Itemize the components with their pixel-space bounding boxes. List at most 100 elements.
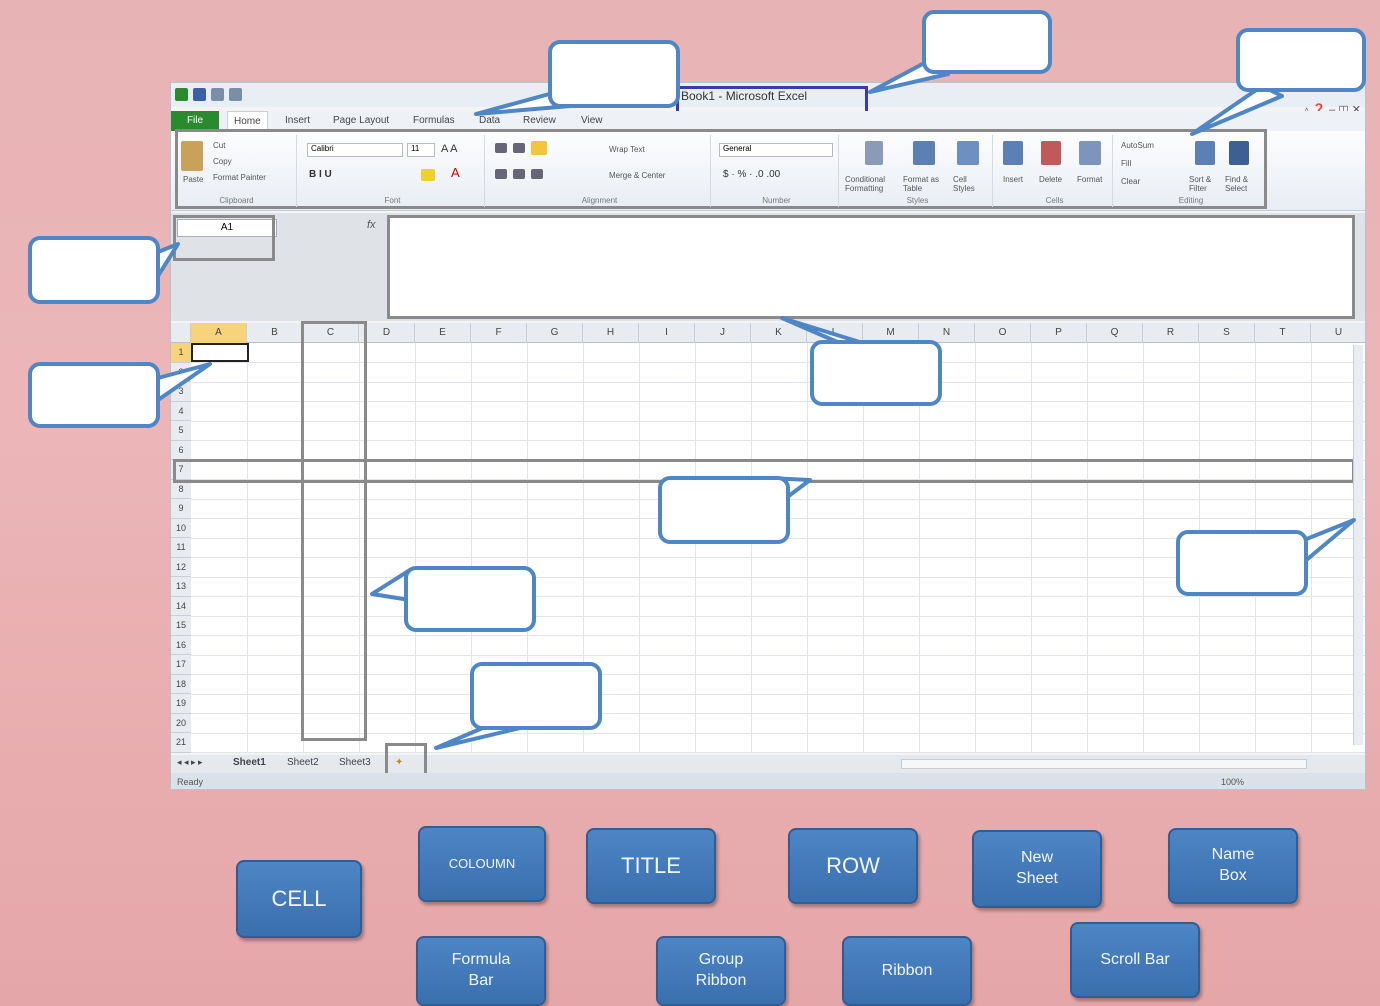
callout-blank[interactable] [658,476,790,544]
align-middle-icon[interactable] [513,143,525,153]
cell-styles-icon[interactable] [957,141,979,165]
column-header[interactable]: J [695,323,751,343]
fill-button[interactable]: Fill [1121,159,1131,168]
column-header[interactable]: H [583,323,639,343]
horizontal-scrollbar[interactable] [901,759,1307,769]
row-header[interactable]: 15 [171,616,191,636]
row-header[interactable]: 6 [171,440,191,460]
conditional-formatting-button[interactable]: Conditional Formatting [845,175,895,193]
align-bottom-icon[interactable] [531,141,547,155]
term-column[interactable]: COLOUMN [418,826,546,902]
term-ribbon[interactable]: Ribbon [842,936,972,1006]
tab-file[interactable]: File [171,111,219,131]
sheet-tab-2[interactable]: Sheet2 [287,757,319,768]
delete-cells-icon[interactable] [1041,141,1061,165]
select-all-corner[interactable] [171,323,191,343]
merge-center-button[interactable]: Merge & Center [609,171,665,180]
paste-label[interactable]: Paste [183,175,203,184]
row-header[interactable]: 13 [171,577,191,597]
save-icon[interactable] [193,88,206,101]
callout-blank[interactable] [548,40,680,108]
currency-percent-icons[interactable]: $ · % · .0 .00 [723,169,780,180]
tab-page-layout[interactable]: Page Layout [327,111,395,131]
term-title[interactable]: TITLE [586,828,716,904]
delete-button[interactable]: Delete [1039,175,1062,184]
format-as-table-button[interactable]: Format as Table [903,175,947,193]
term-new-sheet[interactable]: New Sheet [972,830,1102,908]
row-header[interactable]: 10 [171,518,191,538]
paste-icon[interactable] [181,141,203,171]
row-header[interactable]: 18 [171,674,191,694]
redo-icon[interactable] [229,88,242,101]
column-header[interactable]: P [1031,323,1087,343]
sheet-nav-arrows[interactable]: ◂ ◂ ▸ ▸ [177,757,203,768]
sheet-tab-1[interactable]: Sheet1 [233,757,266,768]
callout-blank[interactable] [922,10,1052,74]
row-header[interactable]: 9 [171,499,191,519]
vertical-scrollbar[interactable] [1353,345,1363,745]
column-header[interactable]: I [639,323,695,343]
tab-home[interactable]: Home [227,111,268,131]
new-sheet-icon[interactable]: ✦ [395,757,403,768]
column-header[interactable]: E [415,323,471,343]
row-header[interactable]: 12 [171,557,191,577]
term-name-box[interactable]: Name Box [1168,828,1298,904]
row-header[interactable]: 21 [171,733,191,753]
callout-blank[interactable] [28,236,160,304]
undo-icon[interactable] [211,88,224,101]
cut-button[interactable]: Cut [213,141,225,150]
callout-blank[interactable] [810,340,942,406]
tab-data[interactable]: Data [473,111,506,131]
format-button[interactable]: Format [1077,175,1102,184]
align-top-icon[interactable] [495,143,507,153]
fill-color-icon[interactable] [421,169,435,181]
active-cell-a1[interactable] [191,343,249,362]
row-header[interactable]: 3 [171,382,191,402]
column-header[interactable]: F [471,323,527,343]
column-header[interactable]: A [191,323,247,343]
zoom-level[interactable]: 100% [1221,773,1244,789]
font-size-select[interactable]: 11 [407,143,435,157]
format-cells-icon[interactable] [1079,141,1101,165]
row-header[interactable]: 5 [171,421,191,441]
align-center-icon[interactable] [513,169,525,179]
tab-review[interactable]: Review [517,111,562,131]
align-left-icon[interactable] [495,169,507,179]
tab-formulas[interactable]: Formulas [407,111,461,131]
row-header[interactable]: 17 [171,655,191,675]
insert-cells-icon[interactable] [1003,141,1023,165]
tab-insert[interactable]: Insert [279,111,316,131]
format-painter-button[interactable]: Format Painter [213,173,266,182]
column-header[interactable]: O [975,323,1031,343]
callout-blank[interactable] [404,566,536,632]
autosum-button[interactable]: AutoSum [1121,141,1154,150]
row-header[interactable]: 1 [171,343,191,363]
conditional-formatting-icon[interactable] [865,141,883,165]
sort-filter-icon[interactable] [1195,141,1215,165]
font-color-icon[interactable]: A [451,165,460,180]
row-header[interactable]: 4 [171,401,191,421]
column-header[interactable]: U [1311,323,1365,343]
term-scroll-bar[interactable]: Scroll Bar [1070,922,1200,998]
column-header[interactable]: Q [1087,323,1143,343]
callout-blank[interactable] [470,662,602,730]
column-header[interactable]: K [751,323,807,343]
term-cell[interactable]: CELL [236,860,362,938]
bold-italic-underline-icons[interactable]: B I U [309,169,332,180]
cell-styles-button[interactable]: Cell Styles [953,175,989,193]
row-header[interactable]: 16 [171,635,191,655]
row-header[interactable]: 19 [171,694,191,714]
row-header[interactable]: 2 [171,362,191,382]
row-header[interactable]: 14 [171,596,191,616]
font-name-select[interactable]: Calibri [307,143,403,157]
grow-font-icon[interactable]: A A [441,143,458,155]
column-header[interactable]: R [1143,323,1199,343]
copy-button[interactable]: Copy [213,157,232,166]
callout-blank[interactable] [28,362,160,428]
callout-blank[interactable] [1236,28,1366,92]
term-row[interactable]: ROW [788,828,918,904]
sheet-tab-3[interactable]: Sheet3 [339,757,371,768]
clear-button[interactable]: Clear [1121,177,1140,186]
term-group-ribbon[interactable]: Group Ribbon [656,936,786,1006]
column-header[interactable]: D [359,323,415,343]
